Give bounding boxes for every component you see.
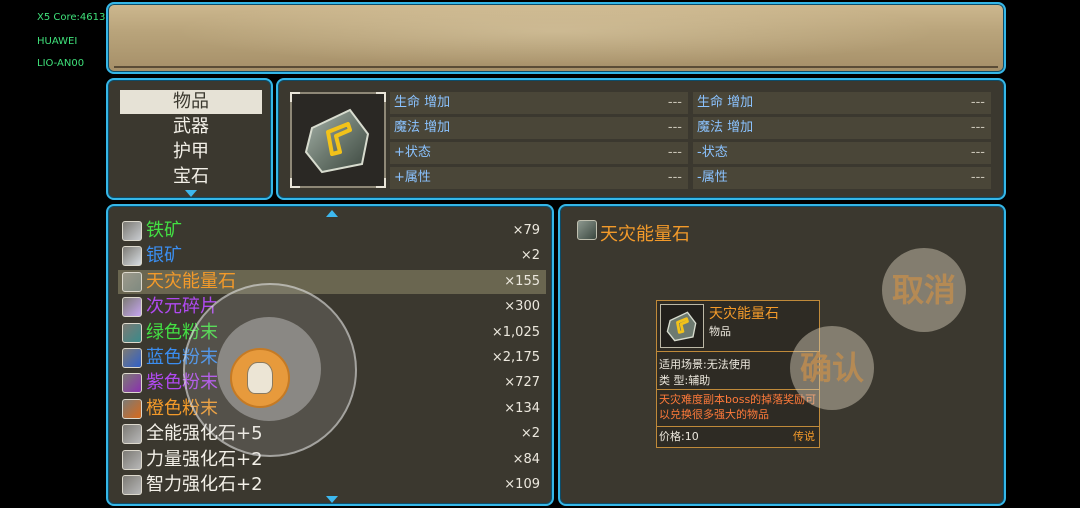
stat-value: --- xyxy=(970,95,985,110)
iron-ore-icon xyxy=(122,221,142,241)
stat-minus-status: -状态 --- xyxy=(693,142,991,164)
confirm-button[interactable]: 确认 xyxy=(790,326,874,410)
stat-label: 生命 增加 xyxy=(394,95,451,110)
list-item-name: 铁矿 xyxy=(146,220,182,241)
selected-item-large-icon xyxy=(290,92,386,188)
list-item[interactable]: 天灾能量石 ×155 xyxy=(118,269,546,294)
list-item-quantity: ×84 xyxy=(512,451,540,467)
tooltip-scene: 适用场景:无法使用 xyxy=(659,358,751,371)
tooltip-description: 天灾难度副本boss的掉落奖励可以兑换很多强大的物品 xyxy=(659,393,817,421)
stat-value: --- xyxy=(667,170,682,185)
calamity-stone-icon xyxy=(304,108,370,174)
stat-value: --- xyxy=(970,170,985,185)
debug-model-label: LIO-AN00 xyxy=(37,58,85,69)
category-item-items[interactable]: 物品 xyxy=(120,90,262,114)
strength-enhance-stone-icon xyxy=(122,449,142,470)
tooltip-divider xyxy=(657,389,819,390)
list-item-quantity: ×109 xyxy=(504,477,540,492)
calamity-stone-icon xyxy=(660,304,704,348)
list-item-quantity: ×2 xyxy=(520,248,540,264)
stat-value: --- xyxy=(970,145,985,160)
stat-label: +属性 xyxy=(394,170,431,185)
tooltip-kind: 类 型:辅助 xyxy=(659,374,711,387)
list-item[interactable]: 银矿 ×2 xyxy=(118,244,546,268)
top-banner xyxy=(106,2,1006,74)
stat-value: --- xyxy=(667,95,682,110)
tooltip-divider xyxy=(657,426,819,427)
debug-brand-label: HUAWEI xyxy=(37,36,78,47)
intellect-enhance-stone-icon xyxy=(122,475,142,495)
debug-core-label: X5 Core:4613 xyxy=(37,12,106,23)
list-item-name: 智力强化石+2 xyxy=(146,474,263,495)
list-item-quantity: ×300 xyxy=(504,299,540,315)
stat-label: -属性 xyxy=(697,170,728,185)
stat-minus-attribute: -属性 --- xyxy=(693,167,991,189)
category-item-armor[interactable]: 护甲 xyxy=(120,140,262,164)
category-item-gems[interactable]: 宝石 xyxy=(120,165,262,189)
tooltip-rarity: 传说 xyxy=(793,430,815,443)
detail-item-title: 天灾能量石 xyxy=(600,224,690,245)
list-scroll-up-icon[interactable] xyxy=(326,210,338,217)
list-item-quantity: ×155 xyxy=(504,273,540,289)
stat-label: 魔法 增加 xyxy=(394,120,451,135)
list-item-quantity: ×134 xyxy=(504,400,540,416)
frame-corner xyxy=(290,92,300,102)
tooltip-price: 价格:10 xyxy=(659,430,699,443)
list-item-quantity: ×2 xyxy=(520,426,540,442)
character-avatar-icon xyxy=(247,362,273,394)
list-scroll-down-icon[interactable] xyxy=(326,496,338,503)
purple-powder-icon xyxy=(122,373,142,394)
list-item[interactable]: 智力强化石+2 ×109 xyxy=(118,473,546,497)
stat-value: --- xyxy=(667,145,682,160)
stat-mp-bonus: 魔法 增加 --- xyxy=(390,117,688,139)
list-item[interactable]: 力量强化石+2 ×84 xyxy=(118,448,546,472)
category-item-weapons[interactable]: 武器 xyxy=(120,115,262,139)
item-detail-panel: 天灾能量石 天灾能量石 物品 适用场景:无法使用 类 型:辅助 天灾难度副本bo… xyxy=(558,204,1006,506)
dimension-shard-icon xyxy=(122,297,142,318)
category-menu: 物品 武器 护甲 宝石 xyxy=(106,78,273,200)
list-item-quantity: ×79 xyxy=(512,223,540,238)
list-item[interactable]: 铁矿 ×79 xyxy=(118,219,546,243)
cancel-button[interactable]: 取消 xyxy=(882,248,966,332)
tooltip-item-name: 天灾能量石 xyxy=(709,306,779,322)
list-item-name: 天灾能量石 xyxy=(146,270,236,292)
calamity-stone-icon xyxy=(577,220,597,240)
stat-mp-bonus-compare: 魔法 增加 --- xyxy=(693,117,991,139)
stat-label: -状态 xyxy=(697,145,728,160)
stat-label: 魔法 增加 xyxy=(697,120,754,135)
frame-corner xyxy=(290,178,300,188)
stat-plus-status: +状态 --- xyxy=(390,142,688,164)
stat-value: --- xyxy=(667,120,682,135)
list-item-quantity: ×1,025 xyxy=(491,324,540,340)
frame-corner xyxy=(376,178,386,188)
stat-hp-bonus: 生命 增加 --- xyxy=(390,92,688,114)
category-scroll-down-icon[interactable] xyxy=(185,190,197,197)
omni-enhance-stone-icon xyxy=(122,424,142,445)
calamity-stone-icon xyxy=(122,271,142,292)
stat-label: 生命 增加 xyxy=(697,95,754,110)
blue-powder-icon xyxy=(122,348,142,368)
list-item-quantity: ×2,175 xyxy=(491,350,540,365)
orange-powder-icon xyxy=(122,398,142,419)
frame-corner xyxy=(376,92,386,102)
stat-value: --- xyxy=(970,120,985,135)
silver-ore-icon xyxy=(122,246,142,267)
stat-plus-attribute: +属性 --- xyxy=(390,167,688,189)
stat-hp-bonus-compare: 生命 增加 --- xyxy=(693,92,991,114)
list-item-quantity: ×727 xyxy=(504,375,540,391)
stat-label: +状态 xyxy=(394,145,431,160)
tooltip-item-type: 物品 xyxy=(709,325,731,338)
green-powder-icon xyxy=(122,322,142,343)
item-stats-panel: 生命 增加 --- 魔法 增加 --- +状态 --- +属性 --- 生命 增… xyxy=(276,78,1006,200)
list-item-name: 银矿 xyxy=(146,245,182,267)
